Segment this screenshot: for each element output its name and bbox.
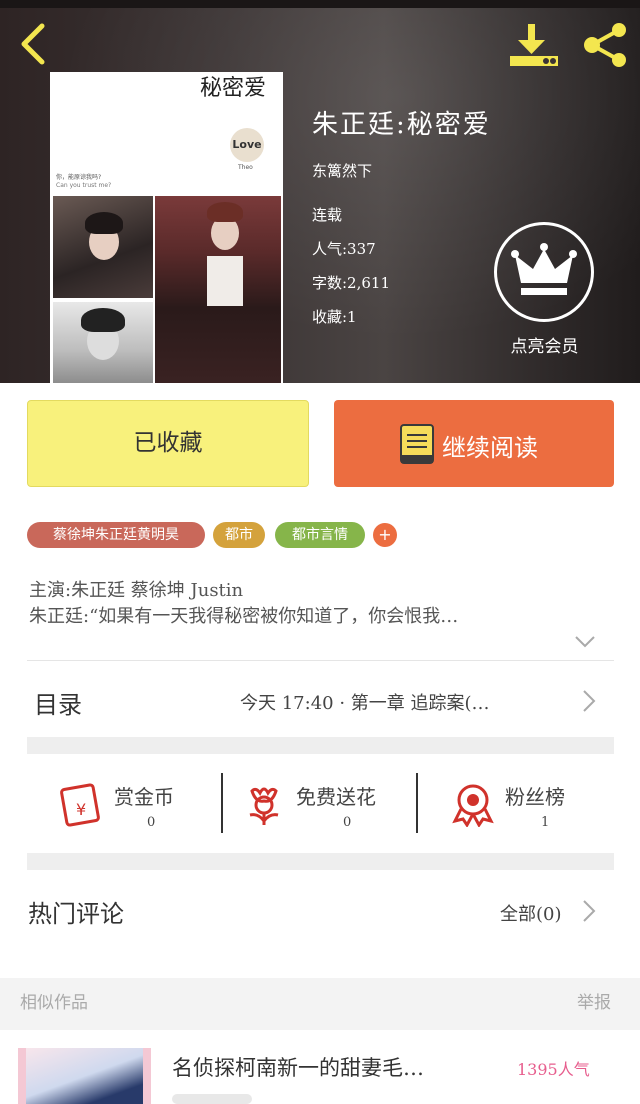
continue-reading-button[interactable]: 继续阅读 [334,400,614,487]
divider [27,660,614,661]
continue-reading-label: 继续阅读 [442,434,538,462]
cover-photo-3 [53,302,153,383]
cover-title: 秘密爱 [200,76,267,101]
book-favorites: 收藏:1 [312,308,357,326]
cover-theo: Theo [238,164,253,171]
similar-works-label: 相似作品 [20,993,88,1013]
description-line: 朱正廷:“如果有一天我得秘密被你知道了，你会恨我… [29,606,459,627]
book-icon [400,424,434,464]
svg-text:¥: ¥ [76,800,86,819]
more-tags-button[interactable]: + [373,523,397,547]
cover-love-badge: Love [230,128,264,162]
book-status: 连载 [312,206,343,224]
all-comments-link[interactable]: 全部(0) [500,900,562,926]
hot-comments-label: 热门评论 [28,900,124,928]
share-icon[interactable] [582,22,630,68]
stat-label: 免费送花 [296,785,376,809]
similar-item[interactable]: 名侦探柯南新一的甜妻毛… 1395人气 [0,1030,640,1104]
divider [221,773,223,833]
similar-item-cover [18,1048,151,1104]
cover-photo-2 [155,196,281,383]
similar-item-popularity: 1395人气 [517,1060,590,1079]
cover-question-cn: 你，能原谅我吗? [56,174,102,181]
chevron-right-icon[interactable] [582,689,596,713]
vip-label[interactable]: 点亮会员 [497,332,592,357]
divider [416,773,418,833]
stat-label: 粉丝榜 [505,785,565,809]
medal-icon [452,784,494,827]
flower-icon [249,787,279,825]
book-cover[interactable]: 秘密爱 Love Theo 你，能原谅我吗? Can you trust me? [50,72,283,383]
catalog-latest-chapter[interactable]: 今天 17:40 · 第一章 追踪案(… [240,689,490,715]
section-separator [27,737,614,754]
stat-value: 0 [343,815,352,830]
section-separator [27,853,614,870]
favorited-button[interactable]: 已收藏 [27,400,309,487]
book-word-count: 字数:2,611 [312,274,390,292]
status-bar [0,0,640,8]
stat-label: 赏金币 [114,785,174,809]
red-envelope-icon: ¥ [60,783,100,827]
chevron-down-icon[interactable] [574,635,596,649]
similar-item-title: 名侦探柯南新一的甜妻毛… [172,1056,424,1080]
chevron-right-icon[interactable] [582,899,596,923]
stat-value: 0 [147,815,156,830]
book-header: 秘密爱 Love Theo 你，能原谅我吗? Can you trust me?… [0,0,640,383]
catalog-label[interactable]: 目录 [34,685,82,720]
book-popularity: 人气:337 [312,240,376,258]
book-author[interactable]: 东篱然下 [312,160,372,181]
tag-item[interactable]: 都市言情 [275,522,365,548]
book-detail-body: 已收藏 继续阅读 蔡徐坤朱正廷黄明昊 都市 都市言情 + 主演:朱正廷 蔡徐坤 … [0,383,640,1104]
vip-button[interactable] [494,222,594,322]
tag-item[interactable]: 蔡徐坤朱正廷黄明昊 [27,522,205,548]
report-link[interactable]: 举报 [577,988,611,1013]
tag-item[interactable]: 都市 [213,522,265,548]
cover-photo-1 [53,196,153,298]
similar-header [0,978,640,1030]
description-line: 主演:朱正廷 蔡徐坤 Justin [29,580,244,601]
stat-value: 1 [541,815,550,830]
crown-icon [511,243,577,295]
book-title: 朱正廷:秘密爱 [312,110,491,140]
chevron-left-icon[interactable] [18,22,50,66]
download-icon[interactable] [508,22,560,68]
book-description[interactable]: 主演:朱正廷 蔡徐坤 Justin 朱正廷:“如果有一天我得秘密被你知道了，你会… [29,578,619,630]
cover-question-en: Can you trust me? [56,182,112,189]
similar-item-subtitle [172,1094,252,1104]
